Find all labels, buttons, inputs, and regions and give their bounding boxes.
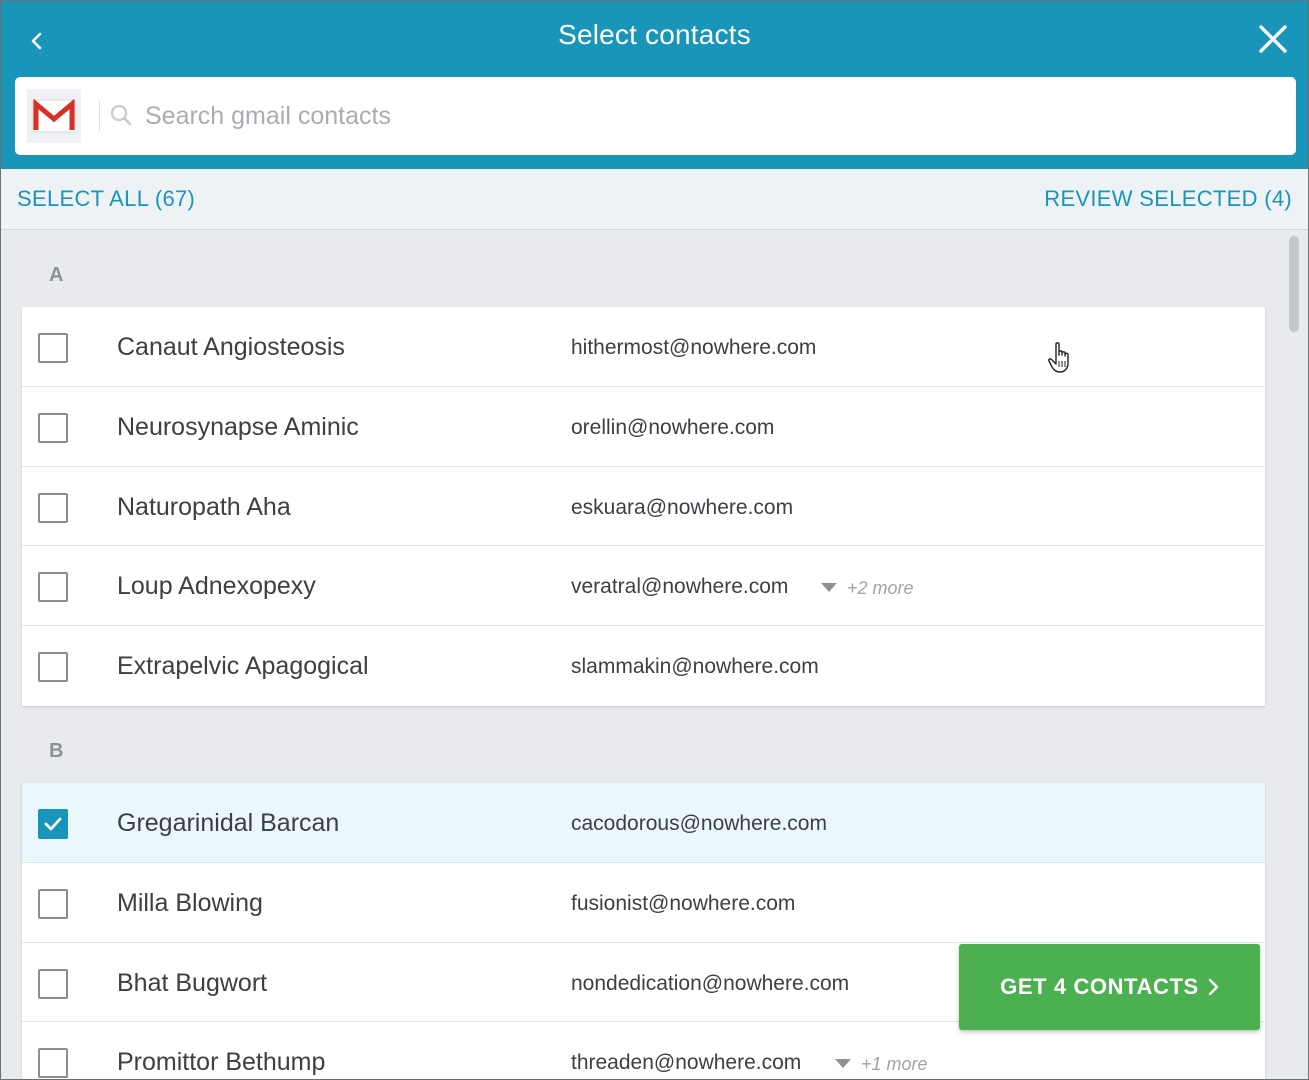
contact-name: Naturopath Aha — [117, 492, 291, 521]
dropdown-arrow-icon[interactable] — [835, 1059, 851, 1069]
more-emails-link[interactable]: +1 more — [861, 1054, 928, 1075]
scrollbar-thumb[interactable] — [1289, 236, 1299, 332]
select-contacts-dialog: Select contacts SELECT ALL (67) — [0, 0, 1309, 1080]
contact-email: slammakin@nowhere.com — [571, 655, 819, 679]
close-button[interactable] — [1251, 17, 1295, 61]
contact-email: eskuara@nowhere.com — [571, 495, 794, 519]
more-emails-link[interactable]: +2 more — [847, 578, 914, 599]
search-input[interactable] — [145, 95, 1265, 137]
contact-name: Bhat Bugwort — [117, 968, 268, 997]
selection-toolbar: SELECT ALL (67) REVIEW SELECTED (4) — [1, 169, 1308, 230]
dialog-header: Select contacts — [1, 1, 1308, 169]
contact-row[interactable]: Naturopath Aha eskuara@nowhere.com — [22, 467, 1265, 547]
select-all-button[interactable]: SELECT ALL (67) — [17, 186, 195, 212]
dropdown-arrow-icon[interactable] — [821, 583, 837, 593]
contact-checkbox[interactable] — [38, 492, 68, 523]
contact-group-b: Gregarinidal Barcan cacodorous@nowhere.c… — [22, 783, 1265, 1079]
search-divider — [99, 101, 100, 131]
contact-name: Promittor Bethump — [117, 1048, 326, 1077]
contact-email: fusionist@nowhere.com — [571, 891, 796, 915]
contact-row[interactable]: Extrapelvic Apagogical slammakin@nowhere… — [22, 626, 1265, 706]
contact-row[interactable]: Neurosynapse Aminic orellin@nowhere.com — [22, 387, 1265, 467]
section-header-a: A — [49, 264, 64, 286]
search-box — [15, 77, 1296, 155]
scrollbar[interactable] — [1285, 231, 1303, 1079]
contact-group-a: Canaut Angiosteosis hithermost@nowhere.c… — [22, 307, 1265, 706]
contact-email: nondedication@nowhere.com — [571, 971, 850, 995]
get-contacts-button[interactable]: GET 4 CONTACTS — [959, 944, 1260, 1030]
contact-name: Gregarinidal Barcan — [117, 809, 340, 837]
contact-email: cacodorous@nowhere.com — [571, 812, 827, 835]
contact-checkbox[interactable] — [38, 1048, 68, 1079]
contact-checkbox[interactable] — [38, 333, 68, 363]
close-icon — [1259, 25, 1287, 53]
contact-row[interactable]: Milla Blowing fusionist@nowhere.com — [22, 863, 1265, 943]
dialog-title: Select contacts — [558, 19, 751, 50]
check-icon — [44, 817, 62, 831]
contact-email: hithermost@nowhere.com — [571, 336, 817, 359]
hand-cursor-icon — [1048, 342, 1069, 373]
contact-checkbox[interactable] — [38, 572, 68, 603]
contact-email: veratral@nowhere.com — [571, 575, 789, 599]
contact-checkbox[interactable] — [38, 809, 68, 839]
contact-row[interactable]: Loup Adnexopexy veratral@nowhere.com +2 … — [22, 546, 1265, 627]
contact-name: Milla Blowing — [117, 888, 263, 917]
contact-row[interactable]: Canaut Angiosteosis hithermost@nowhere.c… — [22, 307, 1265, 387]
contact-checkbox[interactable] — [38, 412, 68, 443]
contact-name: Neurosynapse Aminic — [117, 412, 359, 441]
search-icon — [110, 104, 132, 126]
get-contacts-label: GET 4 CONTACTS — [1000, 974, 1199, 999]
contact-checkbox[interactable] — [38, 968, 68, 999]
contact-name: Loup Adnexopexy — [117, 572, 316, 601]
contact-name: Extrapelvic Apagogical — [117, 652, 369, 681]
contact-checkbox[interactable] — [38, 652, 68, 683]
contact-row[interactable]: Promittor Bethump threaden@nowhere.com +… — [22, 1022, 1265, 1079]
contact-row[interactable]: Gregarinidal Barcan cacodorous@nowhere.c… — [22, 783, 1265, 863]
contact-checkbox[interactable] — [38, 888, 68, 919]
chevron-right-icon — [1208, 978, 1219, 996]
review-selected-button[interactable]: REVIEW SELECTED (4) — [1044, 186, 1292, 212]
gmail-logo-icon — [27, 89, 81, 143]
contact-email: orellin@nowhere.com — [571, 415, 775, 439]
section-header-b: B — [49, 740, 64, 762]
contact-name: Canaut Angiosteosis — [117, 333, 345, 361]
contact-email: threaden@nowhere.com — [571, 1051, 802, 1075]
